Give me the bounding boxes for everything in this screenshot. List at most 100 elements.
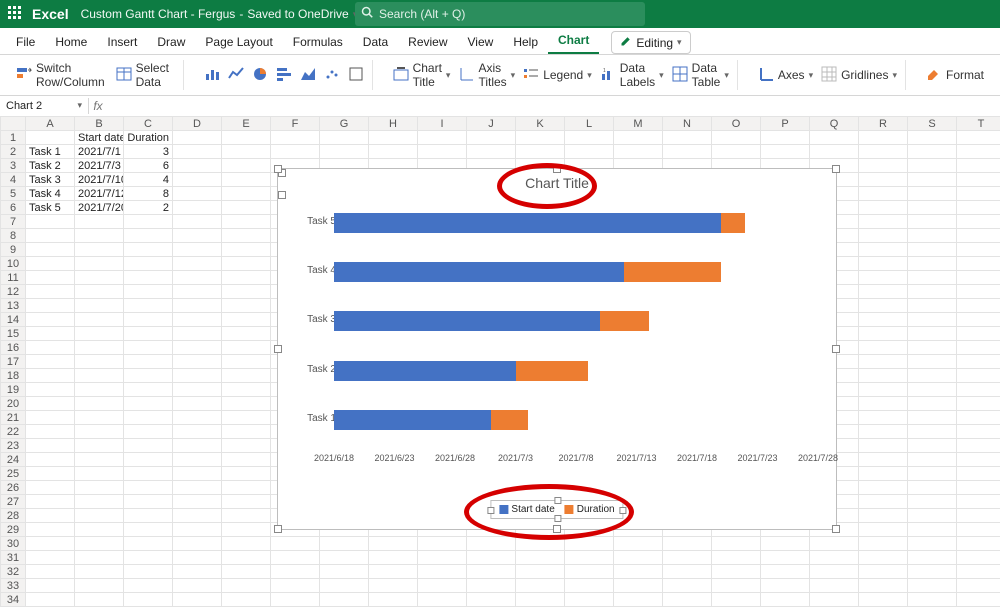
cell[interactable]: 2021/7/10 [75, 173, 124, 187]
cell[interactable] [614, 145, 663, 159]
cell[interactable] [124, 243, 173, 257]
cell[interactable] [222, 425, 271, 439]
cell[interactable] [173, 467, 222, 481]
cell[interactable] [859, 131, 908, 145]
cell[interactable] [222, 201, 271, 215]
cell[interactable] [565, 565, 614, 579]
resize-handle[interactable] [832, 345, 840, 353]
cell[interactable] [418, 565, 467, 579]
chart-legend[interactable]: Start date Duration [490, 500, 623, 519]
cell[interactable] [222, 551, 271, 565]
resize-handle[interactable] [832, 165, 840, 173]
cell[interactable] [908, 131, 957, 145]
cell[interactable] [859, 523, 908, 537]
column-header[interactable]: D [173, 117, 222, 131]
column-header[interactable]: F [271, 117, 320, 131]
cell[interactable] [369, 579, 418, 593]
chart-object[interactable]: Chart Title 2021/6/182021/6/232021/6/282… [277, 168, 837, 530]
cell[interactable] [75, 341, 124, 355]
cell[interactable] [957, 285, 1000, 299]
cell[interactable] [26, 411, 75, 425]
cell[interactable] [173, 551, 222, 565]
cell[interactable] [26, 537, 75, 551]
row-header[interactable]: 10 [1, 257, 26, 271]
column-header[interactable]: L [565, 117, 614, 131]
cell[interactable] [957, 565, 1000, 579]
cell[interactable] [908, 495, 957, 509]
cell[interactable] [908, 425, 957, 439]
cell[interactable] [26, 467, 75, 481]
cell[interactable] [173, 537, 222, 551]
column-header[interactable] [1, 117, 26, 131]
cell[interactable] [173, 159, 222, 173]
row-header[interactable]: 12 [1, 285, 26, 299]
tab-file[interactable]: File [6, 29, 45, 54]
cell[interactable] [908, 313, 957, 327]
cell[interactable] [418, 537, 467, 551]
area-chart-icon[interactable] [300, 66, 316, 85]
cell[interactable] [75, 369, 124, 383]
chart-plot-area[interactable]: 2021/6/182021/6/232021/6/282021/7/32021/… [298, 203, 818, 469]
cell[interactable] [908, 537, 957, 551]
cell[interactable] [320, 579, 369, 593]
cell[interactable] [124, 453, 173, 467]
cell[interactable] [663, 551, 712, 565]
bar-segment-start-date[interactable] [334, 361, 516, 381]
cell[interactable] [418, 593, 467, 607]
resize-handle[interactable] [274, 165, 282, 173]
cell[interactable] [75, 215, 124, 229]
cell[interactable] [810, 593, 859, 607]
bar-chart-icon[interactable] [204, 66, 220, 85]
bar-segment-duration[interactable] [600, 311, 648, 331]
cell[interactable] [75, 229, 124, 243]
cell[interactable] [908, 509, 957, 523]
row-header[interactable]: 15 [1, 327, 26, 341]
row-header[interactable]: 26 [1, 481, 26, 495]
cell[interactable] [124, 425, 173, 439]
tab-insert[interactable]: Insert [97, 29, 147, 54]
cell[interactable] [859, 425, 908, 439]
cell[interactable] [26, 355, 75, 369]
switch-row-column-button[interactable]: Switch Row/Column [16, 61, 108, 89]
resize-handle[interactable] [832, 525, 840, 533]
cell[interactable] [222, 299, 271, 313]
cell[interactable] [271, 579, 320, 593]
cell[interactable] [75, 481, 124, 495]
cell[interactable] [26, 383, 75, 397]
cell[interactable] [320, 551, 369, 565]
cell[interactable] [663, 145, 712, 159]
cell[interactable] [124, 551, 173, 565]
cell[interactable] [712, 551, 761, 565]
cell[interactable] [124, 257, 173, 271]
cell[interactable] [761, 551, 810, 565]
cell[interactable] [124, 593, 173, 607]
cell[interactable] [957, 537, 1000, 551]
row-header[interactable]: 34 [1, 593, 26, 607]
cell[interactable] [173, 355, 222, 369]
cell[interactable] [859, 411, 908, 425]
resize-handle[interactable] [274, 345, 282, 353]
cell[interactable] [222, 481, 271, 495]
cell[interactable] [75, 243, 124, 257]
cell[interactable] [957, 215, 1000, 229]
row-header[interactable]: 29 [1, 523, 26, 537]
resize-handle[interactable] [554, 515, 561, 522]
cell[interactable] [124, 299, 173, 313]
cell[interactable] [467, 537, 516, 551]
cell[interactable] [75, 523, 124, 537]
cell[interactable] [859, 453, 908, 467]
cell[interactable] [124, 397, 173, 411]
cell[interactable] [124, 439, 173, 453]
cell[interactable] [957, 425, 1000, 439]
cell[interactable] [369, 145, 418, 159]
hbar-chart-icon[interactable] [276, 66, 292, 85]
tab-page-layout[interactable]: Page Layout [195, 29, 282, 54]
row-header[interactable]: 19 [1, 383, 26, 397]
cell[interactable] [124, 565, 173, 579]
cell[interactable] [859, 481, 908, 495]
chart-title-button[interactable]: Chart Title▾ [393, 61, 451, 89]
legend-button[interactable]: Legend▾ [523, 66, 592, 85]
cell[interactable] [369, 131, 418, 145]
cell[interactable]: Duration [124, 131, 173, 145]
cell[interactable] [859, 565, 908, 579]
